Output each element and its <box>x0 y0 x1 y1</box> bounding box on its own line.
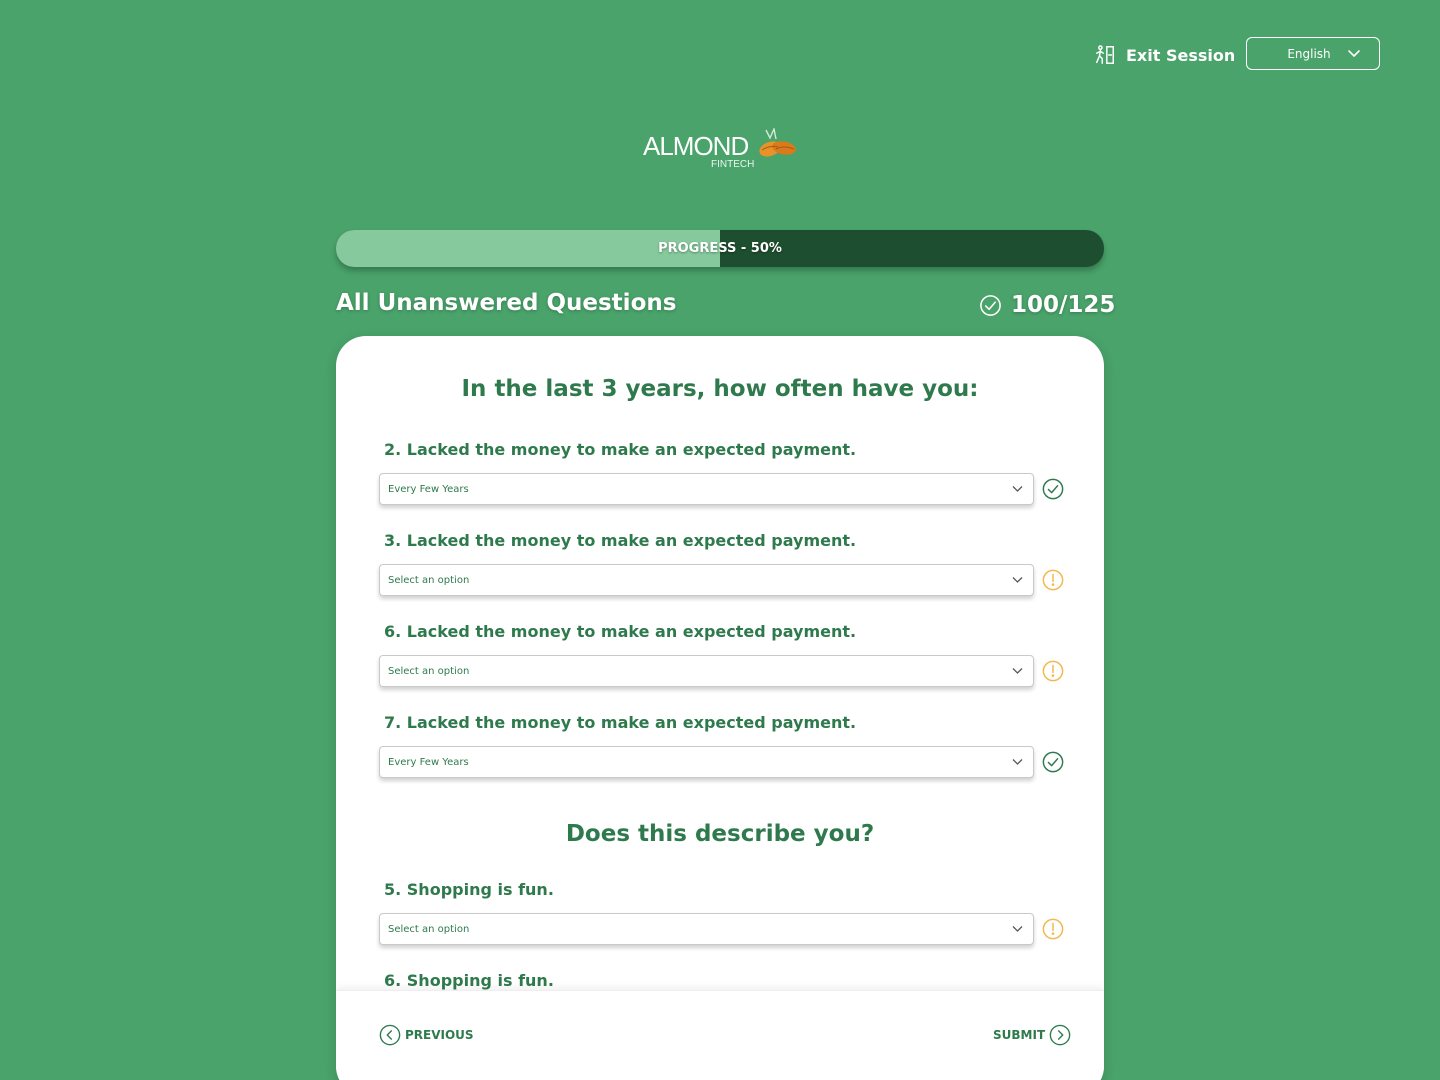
warning-circle-icon <box>1042 918 1064 940</box>
previous-button[interactable]: PREVIOUS <box>379 1024 474 1046</box>
exit-session-label: Exit Session <box>1126 45 1236 65</box>
exit-session-button[interactable]: Exit Session <box>1094 42 1235 68</box>
almond-logo: ALMOND FINTECH <box>643 128 803 172</box>
check-circle-icon <box>1042 478 1064 500</box>
survey-page: Exit Session English ALMOND FINTECH PROG… <box>0 0 1440 1080</box>
chevron-down-icon <box>1012 577 1023 583</box>
warning-circle-icon <box>1042 569 1064 591</box>
select-value: Every Few Years <box>388 483 469 495</box>
answer-select[interactable]: Select an option <box>379 655 1034 687</box>
previous-label: PREVIOUS <box>405 1028 474 1042</box>
warning-circle-icon <box>1042 660 1064 682</box>
question-label: 3. Lacked the money to make an expected … <box>384 531 857 550</box>
submit-button[interactable]: SUBMIT <box>993 1024 1071 1046</box>
select-value: Select an option <box>388 574 470 586</box>
question-label: 6. Shopping is fun. <box>384 971 554 990</box>
answered-counter: 100/125 <box>979 290 1115 320</box>
answer-select[interactable]: Select an option <box>379 913 1034 945</box>
almond-icon <box>759 128 796 157</box>
chevron-down-icon <box>1348 50 1360 58</box>
answer-select[interactable]: Every Few Years <box>379 746 1034 778</box>
group-heading: Does this describe you? <box>565 821 875 847</box>
logo-subtitle: FINTECH <box>711 159 755 170</box>
answer-select[interactable]: Every Few Years <box>379 473 1034 505</box>
question-label: 5. Shopping is fun. <box>384 880 554 899</box>
logo-wordmark: ALMOND <box>643 131 749 161</box>
chevron-down-icon <box>1012 926 1023 932</box>
chevron-right-circle-icon <box>1049 1024 1071 1046</box>
submit-label: SUBMIT <box>993 1028 1046 1042</box>
answer-select[interactable]: Select an option <box>379 564 1034 596</box>
progress-label: PROGRESS - 50% <box>658 241 782 256</box>
chevron-left-circle-icon <box>379 1024 401 1046</box>
group-heading: In the last 3 years, how often have you: <box>461 376 979 402</box>
select-value: Select an option <box>388 665 470 677</box>
card-footer: PREVIOUS SUBMIT <box>336 990 1104 1080</box>
page-title: All Unanswered Questions <box>336 290 677 316</box>
chevron-down-icon <box>1012 668 1023 674</box>
question-card: In the last 3 years, how often have you:… <box>336 336 1104 1080</box>
check-circle-icon <box>1042 751 1064 773</box>
progress-bar: PROGRESS - 50% <box>336 230 1104 267</box>
language-select[interactable]: English <box>1246 37 1380 70</box>
language-value: English <box>1287 46 1331 61</box>
chevron-down-icon <box>1012 486 1023 492</box>
question-label: 6. Lacked the money to make an expected … <box>384 622 857 641</box>
exit-person-icon <box>1096 45 1114 64</box>
check-circle-icon <box>980 294 1001 316</box>
select-value: Every Few Years <box>388 756 469 768</box>
select-value: Select an option <box>388 923 470 935</box>
question-label: 7. Lacked the money to make an expected … <box>384 713 857 732</box>
answered-count: 100/125 <box>1011 292 1116 318</box>
question-label: 2. Lacked the money to make an expected … <box>384 440 857 459</box>
chevron-down-icon <box>1012 759 1023 765</box>
